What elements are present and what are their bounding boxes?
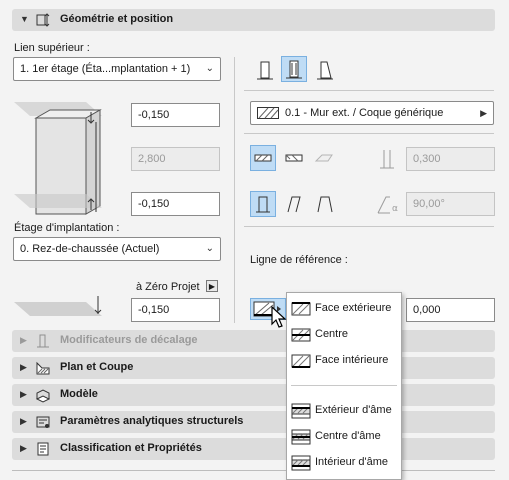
top-link-label: Lien supérieur : [14, 42, 90, 54]
section-title: Classification et Propriétés [60, 442, 202, 454]
menu-divider [291, 385, 397, 386]
classification-icon [37, 442, 49, 456]
expand-triangle-icon[interactable]: ▶ [20, 389, 27, 400]
menu-item-label: Face intérieure [315, 354, 389, 366]
menu-item-label: Intérieur d'âme [315, 456, 389, 468]
home-story-select[interactable]: 0. Rez-de-chaussée (Actuel) ⌄ [13, 237, 221, 261]
chevron-down-icon: ⌄ [205, 243, 214, 254]
offset-modifiers-icon [37, 334, 49, 348]
chevron-down-icon: ⌄ [205, 63, 214, 74]
composite-structure-icon [285, 154, 303, 162]
divider [244, 133, 494, 134]
divider [244, 226, 494, 227]
core-exterior-icon [291, 403, 311, 419]
expand-triangle-icon[interactable]: ▶ [20, 362, 27, 373]
center-line-icon [291, 328, 311, 342]
svg-text:α: α [392, 204, 398, 214]
basic-structure-icon [254, 154, 272, 162]
thickness-input: 0,300 [406, 147, 495, 171]
profile-structure-icon [314, 154, 333, 162]
expand-triangle-icon[interactable]: ▶ [20, 443, 27, 454]
core-center-icon [291, 429, 311, 445]
bottom-offset-input[interactable]: -0,150 [131, 192, 220, 216]
geometry-position-icon [36, 13, 50, 27]
bottom-divider [12, 470, 495, 471]
basic-structure-button[interactable] [250, 145, 276, 171]
section-title: Paramètres analytiques structurels [60, 415, 244, 427]
menu-item-centre-ame[interactable]: Centre d'âme [287, 425, 401, 449]
ref-offset-input[interactable]: 0,000 [406, 298, 495, 322]
menu-item-label: Face extérieure [315, 302, 392, 314]
ref-line-label: Ligne de référence : [250, 254, 348, 266]
section-model-header[interactable]: ▶ Modèle [12, 384, 495, 406]
interior-face-icon [291, 354, 311, 368]
top-offset-input[interactable]: -0,150 [131, 103, 220, 127]
menu-item-label: Centre [315, 328, 349, 340]
core-interior-icon [291, 455, 311, 471]
menu-item-face-exterieure[interactable]: Face extérieure [287, 297, 401, 321]
menu-item-centre[interactable]: Centre [287, 323, 401, 347]
project-zero-preview [14, 296, 102, 316]
section-plan-section-header[interactable]: ▶ Plan et Coupe [12, 357, 495, 379]
section-title: Géométrie et position [60, 13, 174, 25]
wall-height-preview [14, 102, 102, 215]
straight-wall-button[interactable] [252, 57, 278, 83]
composite-select[interactable]: 0.1 - Mur ext. / Coque générique ▶ [250, 101, 494, 125]
chevron-right-icon: ▶ [480, 108, 487, 118]
trapezoid-wall-button[interactable] [281, 56, 307, 82]
polygon-wall-icon [317, 61, 333, 80]
straight-profile-button[interactable] [250, 191, 276, 217]
double-slanted-profile-icon [317, 196, 333, 213]
expand-triangle-icon: ▶ [20, 335, 27, 345]
ref-line-menu: Face extérieure Centre Face intérieure E… [286, 292, 402, 480]
home-story-value: 0. Rez-de-chaussée (Actuel) [20, 243, 160, 255]
expand-triangle-icon[interactable]: ▶ [20, 416, 27, 427]
menu-item-face-interieure[interactable]: Face intérieure [287, 349, 401, 373]
top-link-select[interactable]: 1. 1er étage (Éta...mplantation + 1) ⌄ [13, 57, 221, 81]
project-zero-label: à Zéro Projet [136, 281, 200, 293]
collapse-triangle-icon[interactable]: ▼ [20, 14, 29, 24]
menu-item-label: Extérieur d'âme [315, 404, 392, 416]
trapezoid-wall-icon [286, 60, 302, 79]
angle-input: 90,00° [406, 192, 495, 216]
menu-item-label: Centre d'âme [315, 430, 381, 442]
section-offset-modifiers-header: ▶ Modificateurs de décalage [12, 330, 495, 352]
top-link-value: 1. 1er étage (Éta...mplantation + 1) [20, 63, 191, 75]
exterior-face-icon [291, 302, 311, 316]
home-story-label: Étage d'implantation : [14, 222, 120, 234]
composite-value: 0.1 - Mur ext. / Coque générique [285, 107, 444, 119]
wall-height-input: 2,800 [131, 147, 220, 171]
menu-item-exterieur-ame[interactable]: Extérieur d'âme [287, 399, 401, 423]
profile-structure-button[interactable] [312, 145, 338, 171]
section-title: Plan et Coupe [60, 361, 134, 373]
section-geometry-header[interactable]: ▼ Géométrie et position [12, 9, 495, 31]
section-classification-header[interactable]: ▶ Classification et Propriétés [12, 438, 495, 460]
section-title: Modificateurs de décalage [60, 334, 198, 346]
section-title: Modèle [60, 388, 98, 400]
mouse-cursor-icon [271, 306, 287, 328]
divider [244, 90, 494, 91]
project-zero-input[interactable]: -0,150 [131, 298, 220, 322]
section-structural-header[interactable]: ▶ Paramètres analytiques structurels [12, 411, 495, 433]
double-slanted-profile-button[interactable] [312, 191, 338, 217]
slanted-profile-button[interactable] [282, 191, 308, 217]
straight-wall-icon [257, 61, 273, 80]
column-divider [234, 57, 235, 323]
thickness-icon [380, 150, 394, 169]
composite-structure-button[interactable] [282, 145, 308, 171]
straight-profile-icon [256, 196, 270, 213]
polygon-wall-button[interactable] [312, 57, 338, 83]
angle-icon: α [377, 196, 398, 214]
model-icon [35, 389, 51, 403]
composite-hatch-icon [257, 107, 279, 119]
plan-section-icon [36, 361, 50, 375]
menu-item-interieur-ame[interactable]: Intérieur d'âme [287, 451, 401, 475]
project-zero-toggle[interactable]: ▶ [206, 280, 218, 292]
slanted-profile-icon [287, 196, 301, 213]
structural-analysis-icon [36, 416, 50, 428]
